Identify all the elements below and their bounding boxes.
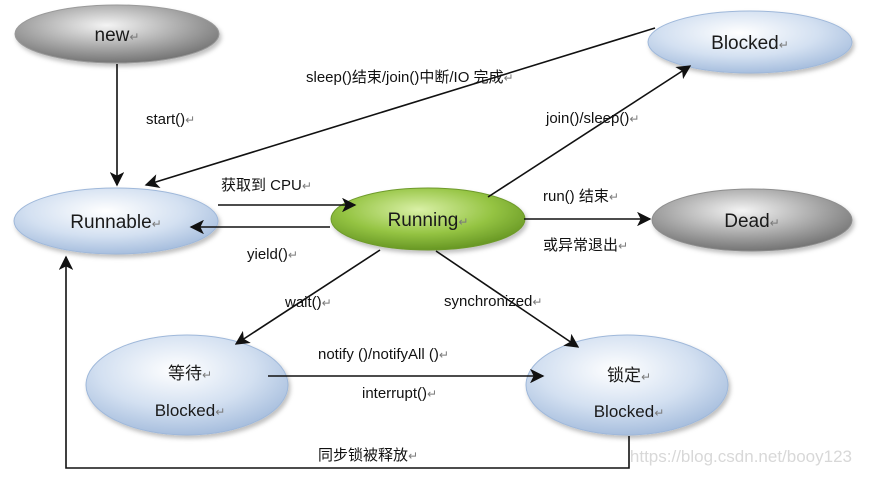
state-blocked-top-label: Blocked↵ xyxy=(711,33,789,54)
arrow-running-to-blocked xyxy=(487,65,692,198)
state-lock-sub: Blocked↵ xyxy=(594,402,665,421)
label-join-sleep: join()/sleep()↵ xyxy=(545,110,639,127)
label-notify: notify ()/notifyAll ()↵ xyxy=(318,346,449,363)
label-synchronized: synchronized↵ xyxy=(444,293,542,310)
state-lock-blocked: 锁定↵ Blocked↵ xyxy=(525,334,729,436)
state-running-label: Running↵ xyxy=(388,210,469,231)
state-dead: Dead↵ xyxy=(651,188,853,252)
label-lock-released: 同步锁被释放↵ xyxy=(318,447,418,464)
state-new: new↵ xyxy=(14,4,220,64)
label-interrupt: interrupt()↵ xyxy=(362,385,437,402)
watermark-url: https://blog.csdn.net/booy123 xyxy=(630,447,852,466)
label-start: start()↵ xyxy=(146,111,195,128)
state-wait-blocked-shape xyxy=(85,334,289,436)
state-wait-sub: Blocked↵ xyxy=(155,401,226,420)
thread-state-diagram: new↵ Blocked↵ Runnable↵ Running↵ Dead↵ 等… xyxy=(13,4,853,469)
state-runnable: Runnable↵ xyxy=(13,187,219,255)
label-wait: wait()↵ xyxy=(284,294,332,311)
label-yield: yield()↵ xyxy=(247,246,298,263)
label-run-end: run() 结束↵ xyxy=(543,188,619,205)
state-running: Running↵ xyxy=(330,187,526,251)
state-runnable-label: Runnable↵ xyxy=(70,212,161,233)
label-get-cpu: 获取到 CPU↵ xyxy=(221,177,312,194)
state-wait-blocked: 等待↵ Blocked↵ xyxy=(85,334,289,436)
label-sleep-end: sleep()结束/join()中断/IO 完成↵ xyxy=(306,69,514,86)
state-blocked-top: Blocked↵ xyxy=(647,10,853,74)
arrow-blocked-to-runnable xyxy=(144,27,656,189)
label-exception-exit: 或异常退出↵ xyxy=(543,237,628,254)
